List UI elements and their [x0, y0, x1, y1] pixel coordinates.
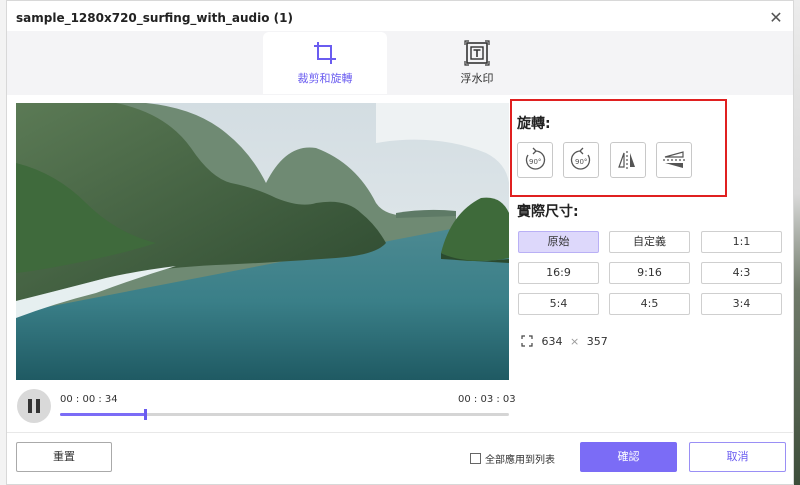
tab-crop-rotate-label: 裁剪和旋轉	[297, 72, 353, 85]
rotate-cw-90-icon: 90°	[570, 147, 591, 170]
ratio-4-3-button[interactable]: 4:3	[701, 262, 782, 284]
rotate-right-90-button[interactable]: 90°	[563, 142, 599, 178]
flip-horizontal-icon	[618, 151, 635, 169]
apply-all-label: 全部應用到列表	[485, 455, 555, 466]
footer-divider	[7, 432, 793, 433]
dimensions-readout: 634 × 357	[521, 335, 608, 348]
reset-button[interactable]: 重置	[16, 442, 112, 472]
close-icon[interactable]: ✕	[767, 9, 785, 27]
tab-watermark-label: 浮水印	[460, 72, 494, 85]
video-frame-image	[16, 103, 509, 380]
watermark-icon	[464, 40, 490, 66]
tab-crop-rotate[interactable]: 裁剪和旋轉	[263, 32, 387, 94]
svg-text:90°: 90°	[529, 158, 541, 166]
progress-fill	[60, 413, 146, 416]
ratio-16-9-button[interactable]: 16:9	[518, 262, 599, 284]
progress-handle[interactable]	[144, 409, 148, 420]
aspect-title: 實際尺寸:	[517, 204, 579, 220]
fullscreen-icon	[521, 335, 533, 347]
ratio-3-4-button[interactable]: 3:4	[701, 293, 782, 315]
apply-all-checkbox[interactable]	[470, 453, 481, 464]
rotate-left-90-button[interactable]: 90°	[517, 142, 553, 178]
flip-vertical-button[interactable]	[656, 142, 692, 178]
pause-icon-bar	[36, 399, 40, 413]
current-time: 00 : 00 : 34	[60, 394, 118, 405]
height-value: 357	[586, 335, 608, 348]
pause-button[interactable]	[17, 389, 51, 423]
ratio-1-1-button[interactable]: 1:1	[701, 231, 782, 253]
total-time: 00 : 03 : 03	[458, 394, 516, 405]
ratio-original-button[interactable]: 原始	[518, 231, 599, 253]
ratio-4-5-button[interactable]: 4:5	[609, 293, 690, 315]
ratio-5-4-button[interactable]: 5:4	[518, 293, 599, 315]
crop-rotate-dialog: sample_1280x720_surfing_with_audio (1) ✕…	[6, 0, 794, 485]
flip-vertical-icon	[663, 151, 685, 168]
svg-text:90°: 90°	[575, 158, 587, 166]
video-preview[interactable]	[16, 103, 509, 380]
crop-icon	[314, 42, 336, 64]
tab-bar	[7, 31, 793, 95]
flip-horizontal-button[interactable]	[610, 142, 646, 178]
rotate-title: 旋轉:	[517, 116, 551, 132]
times-sign: ×	[570, 335, 580, 348]
confirm-button[interactable]: 確認	[580, 442, 677, 472]
tab-watermark[interactable]: 浮水印	[415, 32, 539, 94]
rotate-ccw-90-icon: 90°	[525, 147, 546, 170]
ratio-9-16-button[interactable]: 9:16	[609, 262, 690, 284]
dialog-title: sample_1280x720_surfing_with_audio (1)	[16, 11, 293, 25]
ratio-custom-button[interactable]: 自定義	[609, 231, 690, 253]
pause-icon	[28, 399, 32, 413]
width-value: 634	[541, 335, 563, 348]
progress-slider[interactable]	[60, 409, 509, 420]
cancel-button[interactable]: 取消	[689, 442, 786, 472]
